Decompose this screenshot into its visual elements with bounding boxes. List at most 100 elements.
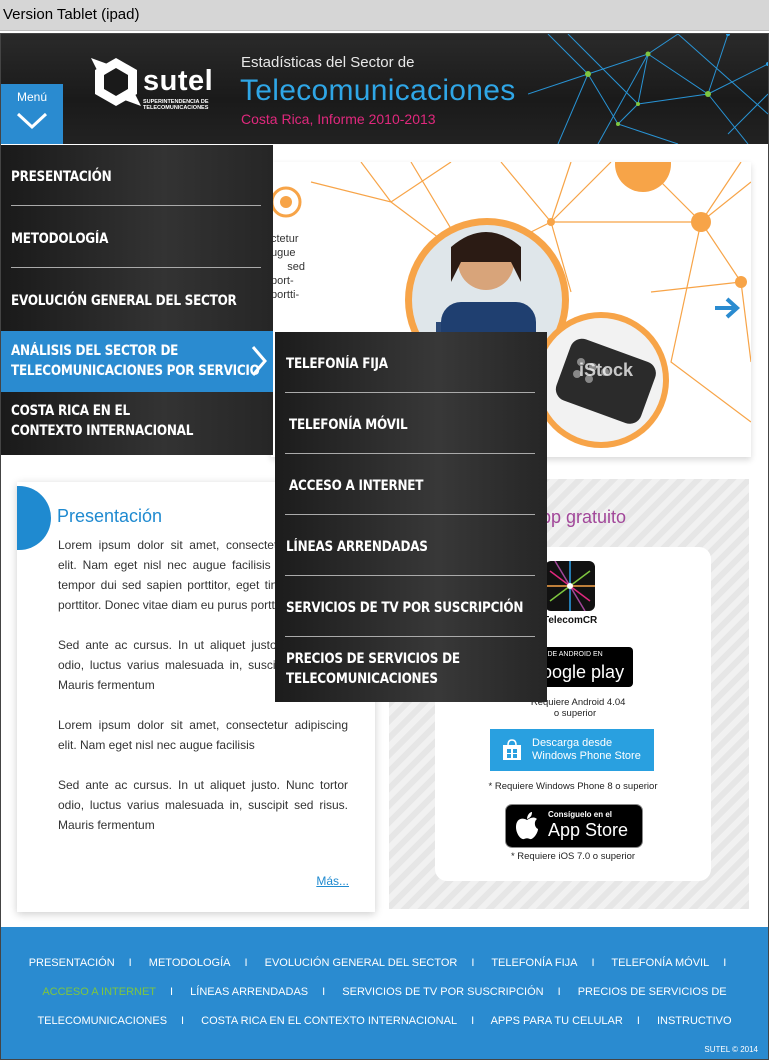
- more-link[interactable]: Más...: [316, 874, 349, 888]
- submenu-item-telefonia-movil[interactable]: TELEFONÍA MÓVIL: [275, 393, 547, 454]
- appstore-small-text: Consíguelo en el: [548, 810, 613, 819]
- menu-label-line: TELECOMUNICACIONES POR SERVICIO: [11, 363, 260, 379]
- windows-store-text: Descarga desde Windows Phone Store: [532, 737, 641, 763]
- sutel-logo-icon: [91, 58, 141, 106]
- menu-item-costa-rica[interactable]: COSTA RICA EN EL CONTEXTO INTERNACIONAL: [1, 393, 273, 454]
- menu-label-line: CONTEXTO INTERNACIONAL: [11, 423, 194, 439]
- submenu-item-telefonia-fija[interactable]: TELEFONÍA FIJA: [275, 332, 547, 393]
- divider: [11, 267, 261, 268]
- istock-watermark: iStock: [579, 360, 634, 380]
- banner-subtitle: Costa Rica, Informe 2010-2013: [241, 111, 436, 127]
- footer-link[interactable]: LÍNEAS ARRENDADAS: [190, 986, 308, 998]
- footer-separator: I: [591, 957, 595, 969]
- presentation-title: Presentación: [57, 506, 163, 526]
- divider: [11, 205, 261, 206]
- footer-link[interactable]: METODOLOGÍA: [149, 957, 231, 969]
- main-menu: PRESENTACIÓN METODOLOGÍA EVOLUCIÓN GENER…: [1, 145, 273, 455]
- ios-requirement: * Requiere iOS 7.0 o superior: [510, 851, 636, 862]
- submenu-label-line: TELECOMUNICACIONES: [286, 671, 438, 687]
- apps-title: pp gratuito: [541, 507, 627, 527]
- logo-subtitle: SUPERINTENDENCIA DE TELECOMUNICACIONES: [143, 99, 209, 111]
- hero-text-line: port-: [271, 275, 294, 287]
- menu-item-label: ANÁLISIS DEL SECTOR DE TELECOMUNICACIONE…: [11, 341, 260, 381]
- banner-line-1: Estadísticas del Sector de: [241, 54, 415, 71]
- submenu-item-tv-suscripcion[interactable]: SERVICIOS DE TV POR SUSCRIPCIÓN: [275, 576, 547, 637]
- footer-link[interactable]: PRESENTACIÓN: [29, 957, 115, 969]
- footer-link[interactable]: INSTRUCTIVO: [657, 1015, 732, 1027]
- windows-requirement: * Requiere Windows Phone 8 o superior: [488, 781, 658, 792]
- app-network-icon: [545, 561, 595, 611]
- menu-item-metodologia[interactable]: METODOLOGÍA: [1, 207, 273, 268]
- windows-store-badge[interactable]: Descarga desde Windows Phone Store: [490, 729, 654, 771]
- tablet-frame: Menú sutel SUPERINTENDENCIA DE TELECOMUN…: [0, 33, 769, 1060]
- menu-button-label: Menú: [16, 90, 48, 104]
- win-line: Windows Phone Store: [532, 750, 641, 762]
- menu-label-line: ANÁLISIS DEL SECTOR DE: [11, 343, 179, 359]
- submenu-label-line: PRECIOS DE SERVICIOS DE: [286, 651, 460, 667]
- footer-link[interactable]: TELECOMUNICACIONES: [37, 1015, 167, 1027]
- app-name: TelecomCR: [543, 615, 598, 626]
- menu-item-label: PRESENTACIÓN: [11, 169, 112, 185]
- footer-separator: I: [636, 1015, 640, 1027]
- submenu-item-label: TELEFONÍA FIJA: [286, 356, 388, 372]
- site-footer: PRESENTACIÓN I METODOLOGÍA I EVOLUCIÓN GEN…: [1, 927, 768, 1059]
- appstore-big-text: App Store: [548, 820, 629, 840]
- site-header: Menú sutel SUPERINTENDENCIA DE TELECOMUN…: [1, 34, 768, 144]
- submenu-item-label: SERVICIOS DE TV POR SUSCRIPCIÓN: [286, 600, 524, 616]
- footer-separator: I: [723, 957, 727, 969]
- telecomcr-app-icon[interactable]: [545, 561, 595, 611]
- footer-link[interactable]: PRECIOS DE SERVICIOS DE: [578, 986, 727, 998]
- card-ribbon: [17, 486, 51, 550]
- footer-separator: I: [181, 1015, 185, 1027]
- footer-link-active[interactable]: ACCESO A INTERNET: [42, 986, 156, 998]
- req-line: o superior: [553, 708, 597, 719]
- submenu-item-label: ACCESO A INTERNET: [289, 478, 424, 494]
- menu-item-label: COSTA RICA EN EL CONTEXTO INTERNACIONAL: [11, 401, 193, 441]
- hero-text-line: portti-: [271, 289, 300, 301]
- menu-item-label: METODOLOGÍA: [11, 231, 109, 247]
- footer-separator: I: [557, 986, 561, 998]
- footer-link[interactable]: TELEFONÍA FIJA: [491, 957, 577, 969]
- footer-separator: I: [322, 986, 326, 998]
- chevron-down-icon: [16, 112, 48, 130]
- footer-row-2: ACCESO A INTERNET I LÍNEAS ARRENDADAS I SE…: [1, 986, 768, 998]
- submenu-item-label: LÍNEAS ARRENDADAS: [286, 539, 428, 555]
- paragraph: Lorem ipsum dolor sit amet, consectetur …: [58, 718, 348, 752]
- network-graphic: [528, 34, 768, 144]
- footer-row-3: TELECOMUNICACIONES I COSTA RICA EN EL CON…: [1, 1015, 768, 1027]
- footer-link[interactable]: SERVICIOS DE TV POR SUSCRIPCIÓN: [342, 986, 543, 998]
- app-store-badge[interactable]: Consíguelo en el App Store: [505, 804, 643, 848]
- banner-title: Telecomunicaciones: [240, 74, 516, 107]
- footer-separator: I: [170, 986, 174, 998]
- paragraph: Sed ante ac cursus. In ut aliquet justo.…: [58, 778, 348, 832]
- menu-item-label: EVOLUCIÓN GENERAL DEL SECTOR: [11, 293, 237, 309]
- footer-link[interactable]: TELEFONÍA MÓVIL: [611, 957, 709, 969]
- hero-text-line: ugue: [271, 247, 296, 259]
- slider-next-arrow-icon[interactable]: [713, 296, 741, 320]
- footer-link[interactable]: COSTA RICA EN EL CONTEXTO INTERNACIONAL: [201, 1015, 457, 1027]
- chevron-right-icon: [251, 346, 267, 376]
- menu-button[interactable]: Menú: [1, 84, 63, 144]
- submenu-item-precios[interactable]: PRECIOS DE SERVICIOS DE TELECOMUNICACION…: [275, 637, 547, 702]
- footer-link[interactable]: EVOLUCIÓN GENERAL DEL SECTOR: [265, 957, 458, 969]
- device-label-bar: Version Tablet (ipad): [0, 0, 769, 31]
- win-line: Descarga desde: [532, 737, 613, 749]
- device-label: Version Tablet (ipad): [3, 6, 140, 23]
- footer-separator: I: [471, 957, 475, 969]
- footer-separator: I: [471, 1015, 475, 1027]
- footer-row-1: PRESENTACIÓN I METODOLOGÍA I EVOLUCIÓN GEN…: [1, 957, 768, 969]
- submenu-item-acceso-internet[interactable]: ACCESO A INTERNET: [275, 454, 547, 515]
- submenu-item-label: TELEFONÍA MÓVIL: [289, 417, 408, 433]
- menu-item-analisis[interactable]: ANÁLISIS DEL SECTOR DE TELECOMUNICACIONE…: [1, 331, 273, 392]
- windows-store-icon: [503, 739, 521, 760]
- logo-wordmark: sutel: [143, 65, 214, 97]
- apple-icon: [516, 812, 538, 840]
- submenu-item-lineas-arrendadas[interactable]: LÍNEAS ARRENDADAS: [275, 515, 547, 576]
- menu-item-evolucion[interactable]: EVOLUCIÓN GENERAL DEL SECTOR: [1, 269, 273, 330]
- footer-separator: I: [244, 957, 248, 969]
- submenu: TELEFONÍA FIJA TELEFONÍA MÓVIL ACCESO A …: [275, 332, 547, 702]
- menu-item-presentacion[interactable]: PRESENTACIÓN: [1, 145, 273, 206]
- footer-link[interactable]: APPS PARA TU CELULAR: [491, 1015, 623, 1027]
- hero-text-fragment: ctetur ugue sed port- portti-: [271, 232, 305, 302]
- submenu-item-label: PRECIOS DE SERVICIOS DE TELECOMUNICACION…: [286, 649, 460, 689]
